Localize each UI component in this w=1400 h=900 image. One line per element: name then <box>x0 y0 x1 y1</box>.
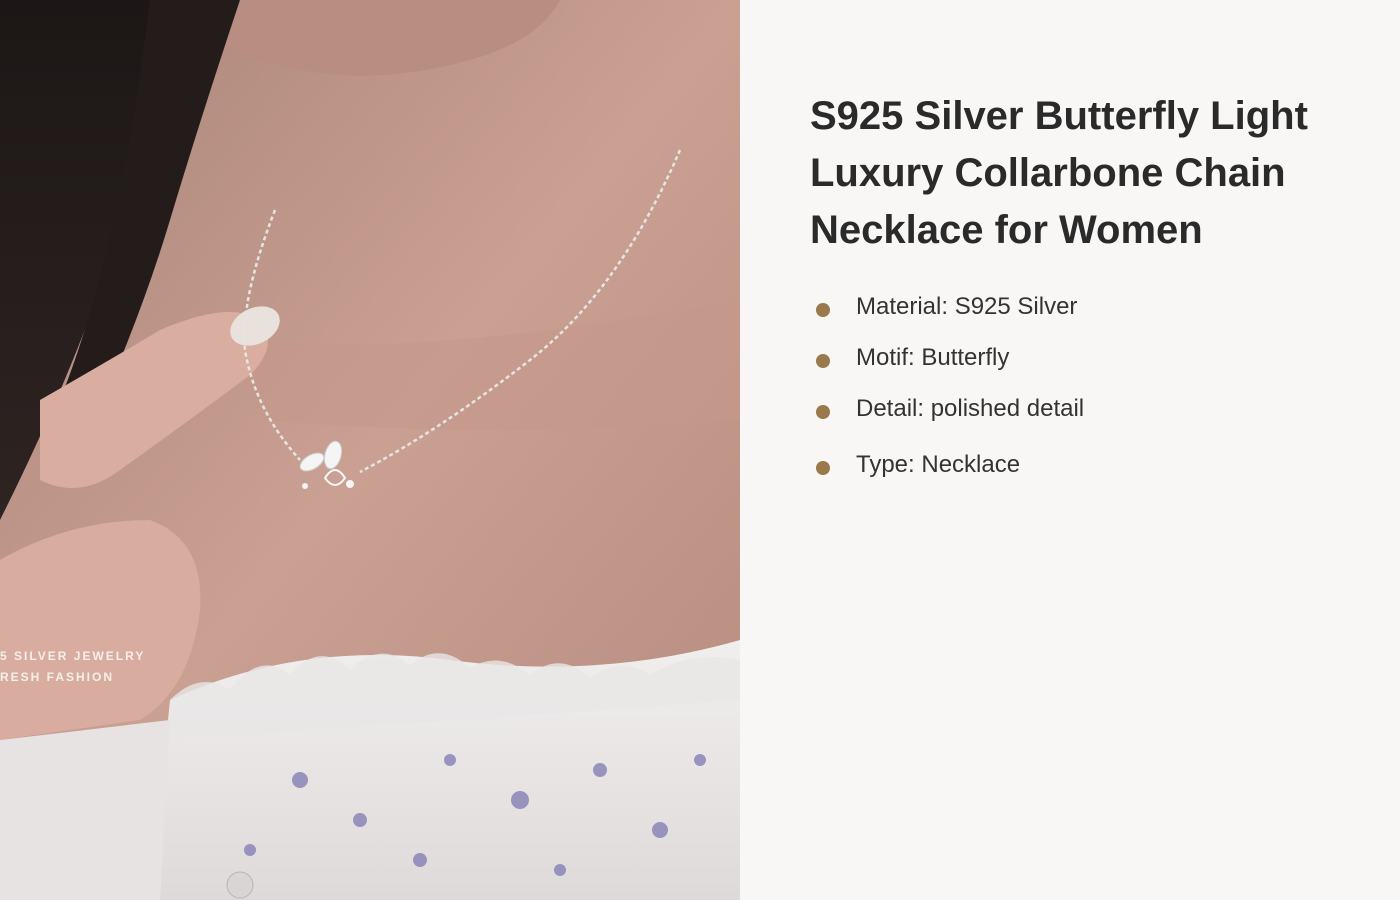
product-page: 5 SILVER JEWELRY RESH FASHION S925 Silve… <box>0 0 1400 900</box>
product-photo: 5 SILVER JEWELRY RESH FASHION <box>0 0 740 900</box>
bullet-icon <box>816 353 830 368</box>
product-title: S925 Silver Butterfly Light Luxury Colla… <box>810 94 1308 252</box>
spec-text: Material: S925 Silver <box>856 293 1078 320</box>
model-wearing-necklace-image <box>0 0 740 900</box>
spec-item-type: Type: Necklace <box>810 451 1330 479</box>
spec-item-detail: Detail: polished detail <box>810 395 1330 423</box>
spec-text: Motif: Butterfly <box>856 344 1010 371</box>
spec-text: Type: Necklace <box>856 451 1021 478</box>
spec-item-motif: Motif: Butterfly <box>810 344 1330 372</box>
bullet-icon <box>816 302 830 317</box>
bullet-icon <box>816 404 830 419</box>
spec-text: Detail: polished detail <box>856 395 1085 422</box>
spec-item-material: Material: S925 Silver <box>810 293 1330 321</box>
bullet-icon <box>816 460 830 475</box>
product-info-panel: S925 Silver Butterfly Light Luxury Colla… <box>740 0 1400 900</box>
photo-overlay-text-1: 5 SILVER JEWELRY <box>0 649 146 663</box>
spec-list: Material: S925 Silver Motif: Butterfly D… <box>810 293 1330 479</box>
photo-overlay-text-2: RESH FASHION <box>0 670 115 684</box>
